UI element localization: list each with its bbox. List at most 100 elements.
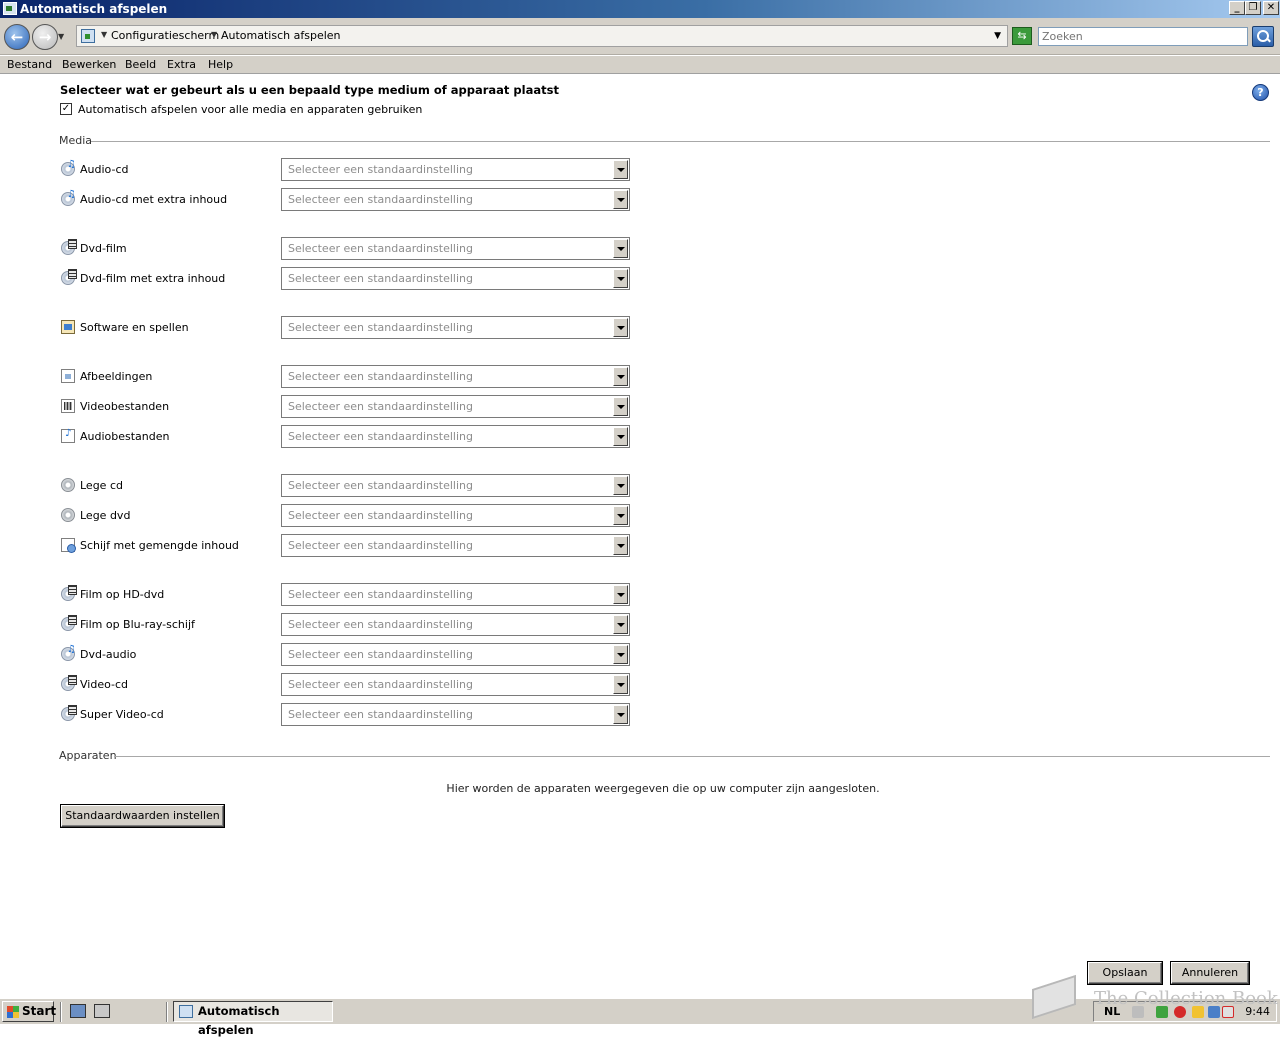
menu-view[interactable]: Beeld — [125, 58, 156, 71]
back-button[interactable]: ← — [4, 24, 30, 50]
media-label-audio-cd: Audio-cd — [80, 163, 129, 176]
devices-group-divider — [114, 756, 1270, 757]
start-label: Start — [22, 1004, 57, 1018]
software-select[interactable]: Selecteer een standaardinstelling — [281, 316, 630, 339]
chevron-down-icon[interactable] — [613, 190, 628, 209]
video-cd-select[interactable]: Selecteer een standaardinstelling — [281, 673, 630, 696]
menu-edit[interactable]: Bewerken — [62, 58, 116, 71]
mixed-content-select[interactable]: Selecteer een standaardinstelling — [281, 534, 630, 557]
dvd-film-select[interactable]: Selecteer een standaardinstelling — [281, 237, 630, 260]
autoplay-all-checkbox[interactable]: ✓ — [60, 103, 72, 115]
save-button[interactable]: Opslaan — [1088, 962, 1162, 984]
media-label-software: Software en spellen — [80, 321, 189, 334]
images-select[interactable]: Selecteer een standaardinstelling — [281, 365, 630, 388]
taskbar-window-label: Automatisch afspelen — [198, 1004, 280, 1037]
start-button[interactable]: Start — [2, 1001, 57, 1022]
select-value: Selecteer een standaardinstelling — [288, 193, 473, 206]
set-defaults-button[interactable]: Standaardwaarden instellen — [61, 805, 224, 827]
menu-file[interactable]: Bestand — [7, 58, 52, 71]
refresh-icon[interactable]: ⇆ — [1012, 27, 1032, 45]
audio-cd-select[interactable]: Selecteer een standaardinstelling — [281, 158, 630, 181]
image-file-icon — [61, 369, 75, 383]
dvd-audio-select[interactable]: Selecteer een standaardinstelling — [281, 643, 630, 666]
media-label-mixed-content: Schijf met gemengde inhoud — [80, 539, 239, 552]
search-input[interactable] — [1038, 27, 1248, 46]
chevron-down-icon[interactable] — [613, 536, 628, 555]
cancel-button[interactable]: Annuleren — [1171, 962, 1249, 984]
select-value: Selecteer een standaardinstelling — [288, 321, 473, 334]
autoplay-app-icon — [179, 1005, 193, 1018]
audio-files-select[interactable]: Selecteer een standaardinstelling — [281, 425, 630, 448]
close-button[interactable]: ✕ — [1263, 1, 1279, 15]
chevron-down-icon[interactable] — [613, 239, 628, 258]
blu-ray-select[interactable]: Selecteer een standaardinstelling — [281, 613, 630, 636]
search-icon[interactable] — [1252, 26, 1274, 47]
video-cd-icon — [61, 675, 77, 691]
dvd-film-icon — [61, 239, 77, 255]
recent-pages-dropdown-icon[interactable]: ▼ — [58, 32, 64, 41]
blank-dvd-select[interactable]: Selecteer een standaardinstelling — [281, 504, 630, 527]
audio-cd-extra-select[interactable]: Selecteer een standaardinstelling — [281, 188, 630, 211]
chevron-down-icon[interactable] — [613, 269, 628, 288]
restore-button[interactable]: ❐ — [1245, 1, 1261, 15]
windows-logo-icon — [7, 1006, 19, 1018]
breadcrumb-control-panel[interactable]: Configuratiescherm — [111, 29, 219, 42]
breadcrumb-arrow-icon[interactable]: ▼ — [211, 30, 217, 39]
autoplay-app-icon — [3, 2, 17, 15]
blank-cd-select[interactable]: Selecteer een standaardinstelling — [281, 474, 630, 497]
blank-cd-icon — [61, 478, 75, 492]
blank-dvd-icon — [61, 508, 75, 522]
media-group-divider — [91, 141, 1270, 142]
media-group-label: Media — [59, 134, 93, 147]
breadcrumb-arrow-icon[interactable]: ▼ — [101, 30, 107, 39]
blu-ray-icon — [61, 615, 77, 631]
media-label-audio-cd-extra: Audio-cd met extra inhoud — [80, 193, 228, 206]
menu-bar: Bestand Bewerken Beeld Extra Help — [0, 56, 1280, 74]
chevron-down-icon[interactable] — [613, 318, 628, 337]
select-value: Selecteer een standaardinstelling — [288, 588, 473, 601]
chevron-down-icon[interactable] — [613, 476, 628, 495]
help-icon[interactable]: ? — [1252, 84, 1269, 101]
select-value: Selecteer een standaardinstelling — [288, 430, 473, 443]
chevron-down-icon[interactable] — [613, 615, 628, 634]
media-label-blank-dvd: Lege dvd — [80, 509, 131, 522]
chevron-down-icon[interactable] — [613, 675, 628, 694]
taskbar-divider — [166, 1002, 168, 1022]
address-dropdown-icon[interactable]: ▼ — [994, 31, 1001, 41]
audio-file-icon — [61, 428, 75, 443]
menu-help[interactable]: Help — [208, 58, 233, 71]
dvd-film-extra-icon — [61, 269, 77, 285]
server-manager-icon[interactable] — [94, 1004, 110, 1018]
media-label-dvd-film-extra: Dvd-film met extra inhoud — [80, 272, 226, 285]
breadcrumb-autoplay[interactable]: Automatisch afspelen — [221, 29, 341, 42]
audio-cd-icon — [61, 159, 76, 176]
media-label-video-files: Videobestanden — [80, 400, 170, 413]
taskbar-window-button[interactable]: Automatisch afspelen — [173, 1001, 333, 1037]
chevron-down-icon[interactable] — [613, 645, 628, 664]
title-bar[interactable]: Automatisch afspelen _ ❐ ✕ — [0, 0, 1280, 18]
hd-dvd-select[interactable]: Selecteer een standaardinstelling — [281, 583, 630, 606]
autoplay-settings-panel: Selecteer wat er gebeurt als u een bepaa… — [0, 74, 1280, 994]
chevron-down-icon[interactable] — [613, 397, 628, 416]
chevron-down-icon[interactable] — [613, 705, 628, 724]
select-value: Selecteer een standaardinstelling — [288, 272, 473, 285]
media-label-audio-files: Audiobestanden — [80, 430, 170, 443]
forward-button[interactable]: → — [32, 24, 58, 50]
chevron-down-icon[interactable] — [613, 585, 628, 604]
minimize-button[interactable]: _ — [1229, 1, 1245, 15]
chevron-down-icon[interactable] — [613, 367, 628, 386]
super-video-cd-select[interactable]: Selecteer een standaardinstelling — [281, 703, 630, 726]
video-files-select[interactable]: Selecteer een standaardinstelling — [281, 395, 630, 418]
chevron-down-icon[interactable] — [613, 160, 628, 179]
media-label-blank-cd: Lege cd — [80, 479, 123, 492]
page-title: Selecteer wat er gebeurt als u een bepaa… — [60, 83, 559, 97]
menu-tools[interactable]: Extra — [167, 58, 196, 71]
media-label-blu-ray: Film op Blu-ray-schijf — [80, 618, 195, 631]
watermark: The Collection Book — [1094, 988, 1278, 1009]
chevron-down-icon[interactable] — [613, 427, 628, 446]
chevron-down-icon[interactable] — [613, 506, 628, 525]
autoplay-all-label[interactable]: Automatisch afspelen voor alle media en … — [78, 103, 422, 116]
show-desktop-icon[interactable] — [70, 1004, 86, 1018]
dvd-film-extra-select[interactable]: Selecteer een standaardinstelling — [281, 267, 630, 290]
address-field[interactable]: ▼ Configuratiescherm ▼ Automatisch afspe… — [76, 25, 1008, 47]
